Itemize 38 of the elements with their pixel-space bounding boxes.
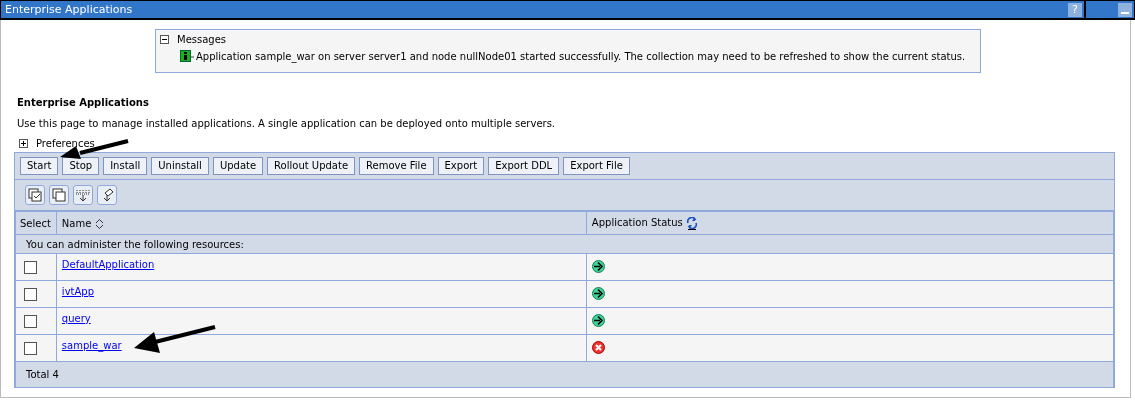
action-button[interactable]: Install [103,157,148,175]
application-link[interactable]: query [61,313,91,324]
row-checkbox[interactable] [24,260,37,274]
refresh-icon[interactable] [685,216,698,230]
sort-icon[interactable] [94,217,104,230]
action-button[interactable]: Remove File [359,157,434,175]
page-heading: Enterprise Applications [17,96,150,109]
column-header: Name [61,217,92,229]
expand-icon[interactable] [19,139,28,148]
clear-filter-icon[interactable] [97,185,117,205]
action-button[interactable]: Export [437,157,485,175]
message-text: Application sample_war on server server1 and node nullNode01 started successfully. The collection may need to be refreshed to show the current status. [196,50,966,63]
row-checkbox[interactable] [24,341,37,355]
action-button[interactable]: Update [212,157,264,175]
minimize-button[interactable] [1118,2,1132,17]
page-description: Use this page to manage installed applications. A single application can be deployed onto multiple servers. [17,117,556,130]
application-link[interactable]: sample_war [61,340,122,351]
application-link[interactable]: ivtApp [61,286,94,297]
preferences-link[interactable]: Preferences [36,137,95,150]
action-button[interactable]: Start [20,157,59,175]
column-header: Select [15,211,57,235]
collapse-icon[interactable] [160,35,169,44]
column-header: Application Status [591,217,683,229]
application-link[interactable]: DefaultApplication [61,259,155,270]
action-button[interactable]: Export DDL [488,157,560,175]
action-button[interactable]: Rollout Update [267,157,356,175]
action-button[interactable]: Uninstall [151,157,209,175]
messages-title: Messages [177,33,227,46]
action-button[interactable]: Stop [62,157,100,175]
action-button[interactable]: Export File [563,157,630,175]
info-icon [180,50,194,63]
total-count: Total 4 [26,368,59,380]
row-checkbox[interactable] [24,314,37,328]
select-all-icon[interactable] [25,185,45,205]
window-title: Enterprise Applications [5,3,134,16]
info-text: You can administer the following resources: [26,238,244,250]
deselect-all-icon[interactable] [49,185,69,205]
row-checkbox[interactable] [24,287,37,301]
